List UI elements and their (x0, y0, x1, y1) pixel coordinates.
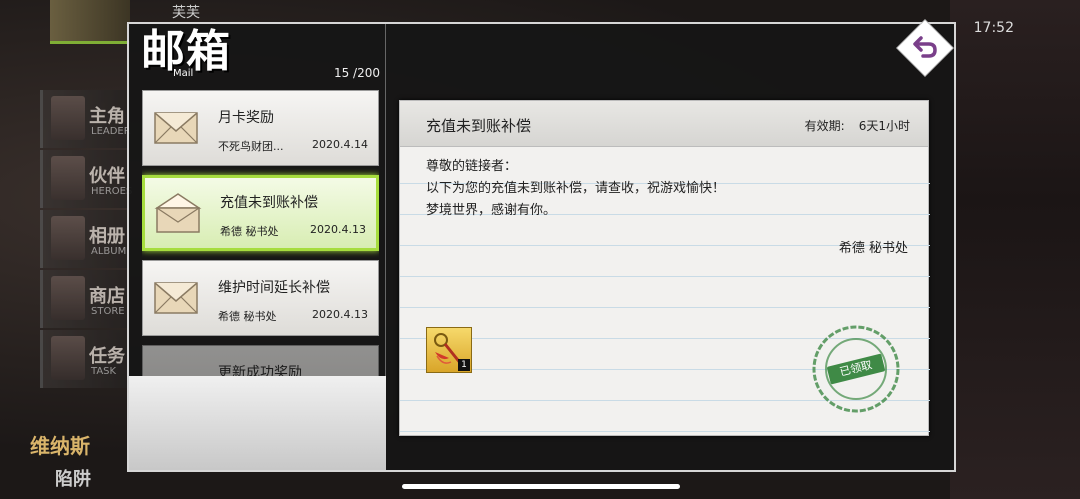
envelope-open-icon (154, 193, 202, 233)
menu-title: 相册 (89, 226, 125, 247)
background-event-subtitle: 陷阱 (55, 469, 91, 490)
player-avatar (50, 0, 130, 44)
menu-subtitle: LEADER (91, 126, 131, 137)
mail-subject: 更新成功奖励 (218, 365, 302, 376)
menu-title: 任务 (89, 346, 125, 367)
mail-detail-body: 尊敬的链接者： 以下为您的充值未到账补偿，请查收，祝游戏愉快！ 梦境世界，感谢有… (400, 147, 930, 437)
mail-item[interactable]: 维护时间延长补偿 希德 秘书处 2020.4.13 (142, 260, 379, 336)
mail-sender: 希德 秘书处 (220, 225, 279, 238)
menu-portrait (51, 216, 85, 260)
letter-signature: 希德 秘书处 (838, 241, 908, 256)
menu-portrait (51, 96, 85, 140)
menu-subtitle: TASK (91, 366, 117, 377)
mail-sender: 不死鸟财团... (218, 140, 284, 153)
mailbox-panel: 邮箱 Mail 15 /200 月卡奖励 不死鸟财团... 2020.4.14 (127, 22, 956, 472)
side-menu-store: 商店 STORE (40, 270, 130, 328)
background-event-title: 维纳斯 (30, 434, 90, 458)
side-menu-heroes: 伙伴 HEROES (40, 150, 132, 208)
side-menu-leader: 主角 LEADER (40, 90, 131, 148)
envelope-icon (154, 282, 198, 314)
mail-item-selected[interactable]: 充值未到账补偿 希德 秘书处 2020.4.13 (142, 175, 379, 251)
side-menu-task: 任务 TASK (40, 330, 130, 388)
mail-date: 2020.4.13 (310, 223, 366, 236)
mail-count: 15 /200 (333, 66, 380, 80)
menu-portrait (51, 156, 85, 200)
expiry-label: 有效期: (804, 119, 845, 133)
home-indicator[interactable] (402, 484, 680, 489)
player-name: 芙芙 (172, 5, 200, 21)
mailbox-subtitle: Mail (173, 68, 194, 79)
menu-subtitle: ALBUM (91, 246, 127, 257)
expiry-value: 6天1小时 (858, 119, 910, 133)
menu-portrait (51, 276, 85, 320)
back-button[interactable] (893, 16, 957, 80)
envelope-icon (154, 112, 198, 144)
mail-date: 2020.4.14 (312, 138, 368, 151)
back-arrow-icon (896, 19, 954, 77)
side-menu-album: 相册 ALBUM (40, 210, 130, 268)
menu-subtitle: STORE (91, 306, 125, 317)
mail-item[interactable]: 月卡奖励 不死鸟财团... 2020.4.14 (142, 90, 379, 166)
mail-detail-title: 充值未到账补偿 (426, 117, 532, 135)
mail-detail-header: 充值未到账补偿 有效期: 6天1小时 (400, 101, 928, 147)
background-side-menu: 主角 LEADER 伙伴 HEROES 相册 ALBUM 商店 STORE 任务… (40, 90, 132, 390)
mail-subject: 月卡奖励 (218, 110, 274, 126)
mail-list[interactable]: 月卡奖励 不死鸟财团... 2020.4.14 充值未到账补偿 希德 秘书处 2… (142, 90, 379, 376)
mail-item[interactable]: 更新成功奖励 (142, 345, 379, 376)
mail-subject: 维护时间延长补偿 (218, 280, 330, 296)
attachment-item[interactable]: 1 (426, 327, 472, 373)
menu-title: 主角 (89, 106, 125, 127)
letter-line: 以下为您的充值未到账补偿，请查收，祝游戏愉快！ (426, 181, 726, 196)
list-fade-overlay (129, 376, 386, 470)
mail-date: 2020.4.13 (312, 308, 368, 321)
expiry-info: 有效期: 6天1小时 (791, 117, 910, 134)
mail-header: 邮箱 Mail 15 /200 (129, 24, 386, 82)
mail-subject: 充值未到账补偿 (220, 195, 318, 211)
letter-greeting: 尊敬的链接者： (426, 159, 518, 174)
attachment-count: 1 (458, 359, 470, 371)
letter-line: 梦境世界，感谢有你。 (426, 203, 557, 218)
menu-title: 伙伴 (89, 166, 125, 187)
status-time: 17:52 (973, 20, 1014, 36)
menu-title: 商店 (89, 286, 125, 307)
mail-detail: 充值未到账补偿 有效期: 6天1小时 尊敬的链接者： 以下为您的充值未到账补偿，请… (399, 100, 930, 437)
background-right-panel (950, 0, 1080, 499)
mail-sender: 希德 秘书处 (218, 310, 277, 323)
mail-sidebar: 邮箱 Mail 15 /200 月卡奖励 不死鸟财团... 2020.4.14 (129, 24, 386, 470)
menu-portrait (51, 336, 85, 380)
claimed-stamp: 已领取 (810, 323, 902, 415)
